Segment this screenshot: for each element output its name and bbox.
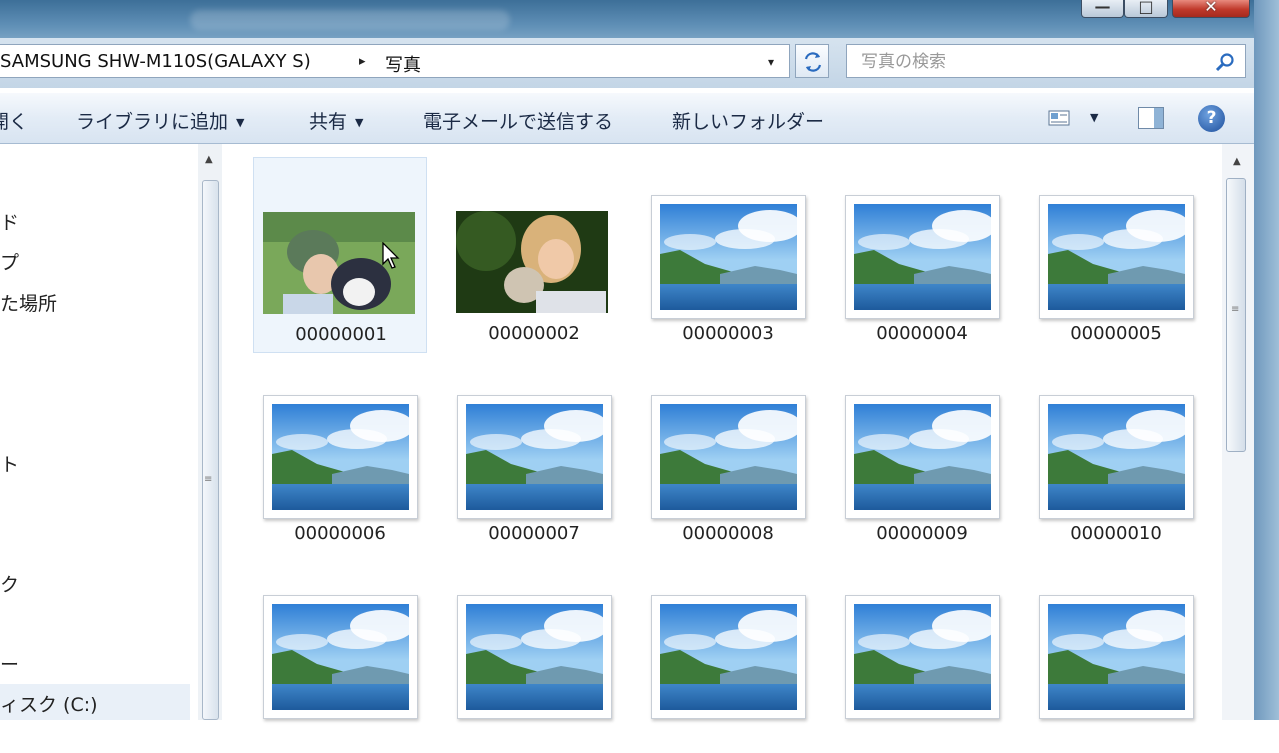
navigation-pane: ド プ た場所 ト ク ー ィスク (C:) (0, 144, 222, 720)
search-box[interactable] (846, 44, 1246, 78)
nav-item[interactable]: ー (0, 650, 19, 677)
scroll-grip-icon: ≡ (1231, 304, 1240, 315)
landscape-thumbnail (845, 195, 1000, 319)
search-icon[interactable] (1215, 52, 1235, 72)
address-bar[interactable]: SAMSUNG SHW-M110S(GALAXY S) ▸ 写真 ▾ (0, 44, 790, 78)
new-folder-button[interactable]: 新しいフォルダー (672, 107, 824, 134)
landscape-thumbnail (1039, 395, 1194, 519)
share-dropdown-icon: ▼ (355, 116, 364, 129)
nav-item[interactable]: プ (0, 248, 19, 275)
landscape-thumbnail (457, 595, 612, 719)
maximize-icon: □ (1138, 0, 1154, 16)
add-to-library-dropdown-icon: ▼ (236, 116, 245, 129)
file-name: 00000007 (488, 523, 580, 544)
file-view-scrollbar-thumb[interactable] (1226, 178, 1246, 452)
file-name: 00000001 (295, 324, 387, 345)
photo-thumbnail-girl-cat (456, 211, 608, 313)
change-view-dropdown-icon[interactable]: ▼ (1090, 111, 1098, 124)
file-item[interactable]: 00000008 (641, 357, 815, 553)
file-name: 00000006 (294, 523, 386, 544)
file-item[interactable]: 00000004 (835, 157, 1009, 353)
file-name: 00000005 (1070, 323, 1162, 344)
scroll-grip-icon: ≡ (204, 474, 213, 485)
share-button[interactable]: 共有 ▼ (309, 107, 363, 134)
file-item[interactable]: 00000007 (447, 357, 621, 553)
landscape-thumbnail (651, 395, 806, 519)
breadcrumb-device[interactable]: SAMSUNG SHW-M110S(GALAXY S) (0, 51, 311, 72)
address-history-dropdown-icon[interactable]: ▾ (768, 55, 774, 69)
nav-item[interactable]: た場所 (0, 289, 57, 316)
desktop-edge (1254, 0, 1279, 720)
file-item[interactable]: 00000006 (253, 357, 427, 553)
file-name: 00000010 (1070, 523, 1162, 544)
scroll-up-icon[interactable]: ▲ (1233, 156, 1241, 167)
share-label: 共有 (309, 111, 348, 133)
file-item[interactable] (447, 557, 621, 753)
breadcrumb-separator-icon[interactable]: ▸ (359, 54, 366, 69)
file-item[interactable]: 00000001 (253, 157, 427, 353)
file-name: 00000002 (488, 323, 580, 344)
email-button[interactable]: 電子メールで送信する (423, 107, 613, 134)
preview-pane-icon[interactable] (1138, 107, 1164, 129)
help-icon[interactable]: ? (1198, 105, 1225, 132)
refresh-icon (804, 52, 822, 72)
add-to-library-label: ライブラリに追加 (76, 111, 229, 133)
title-bar: — □ ✕ (0, 0, 1279, 42)
landscape-thumbnail (845, 395, 1000, 519)
file-item[interactable] (835, 557, 1009, 753)
file-item[interactable] (1029, 557, 1203, 753)
landscape-thumbnail (457, 395, 612, 519)
nav-item[interactable]: ク (0, 570, 19, 597)
landscape-thumbnail (651, 595, 806, 719)
nav-item-local-disk[interactable]: ィスク (C:) (0, 684, 190, 720)
landscape-thumbnail (263, 595, 418, 719)
minimize-button[interactable]: — (1081, 0, 1124, 18)
address-row: SAMSUNG SHW-M110S(GALAXY S) ▸ 写真 ▾ (0, 38, 1254, 88)
file-view: 00000001 00000002 00000003 00000004 00000005… (222, 144, 1222, 720)
local-disk-label: ィスク (C:) (0, 694, 98, 716)
file-item[interactable]: 00000010 (1029, 357, 1203, 553)
file-item[interactable]: 00000009 (835, 357, 1009, 553)
minimize-icon: — (1094, 0, 1111, 16)
nav-item[interactable]: ト (0, 450, 19, 477)
file-view-scrollbar[interactable]: ▲ ≡ (1222, 144, 1254, 720)
change-view-icon[interactable] (1048, 110, 1070, 126)
window-title-blur (190, 10, 510, 30)
add-to-library-button[interactable]: ライブラリに追加 ▼ (76, 107, 244, 134)
nav-scrollbar[interactable]: ▲ ≡ (198, 144, 222, 720)
search-input[interactable] (859, 49, 1203, 75)
landscape-thumbnail (1039, 195, 1194, 319)
close-icon: ✕ (1204, 0, 1218, 16)
maximize-button[interactable]: □ (1124, 0, 1168, 18)
landscape-thumbnail (845, 595, 1000, 719)
mouse-cursor-icon (382, 241, 400, 274)
landscape-thumbnail (651, 195, 806, 319)
file-item[interactable] (641, 557, 815, 753)
file-name: 00000009 (876, 523, 968, 544)
breadcrumb-folder[interactable]: 写真 (385, 51, 421, 77)
landscape-thumbnail (1039, 595, 1194, 719)
file-item[interactable]: 00000002 (447, 157, 621, 353)
command-bar: 開く ライブラリに追加 ▼ 共有 ▼ 電子メールで送信する 新しいフォルダー ▼ ? (0, 92, 1254, 144)
file-name: 00000003 (682, 323, 774, 344)
scroll-up-icon[interactable]: ▲ (205, 154, 213, 165)
open-button[interactable]: 開く (0, 107, 28, 134)
close-button[interactable]: ✕ (1172, 0, 1250, 18)
file-name: 00000008 (682, 523, 774, 544)
nav-scrollbar-thumb[interactable] (202, 180, 219, 720)
landscape-thumbnail (263, 395, 418, 519)
nav-item[interactable]: ド (0, 208, 19, 235)
file-name: 00000004 (876, 323, 968, 344)
file-item[interactable] (253, 557, 427, 753)
file-item[interactable]: 00000003 (641, 157, 815, 353)
refresh-button[interactable] (795, 44, 829, 78)
file-item[interactable]: 00000005 (1029, 157, 1203, 353)
